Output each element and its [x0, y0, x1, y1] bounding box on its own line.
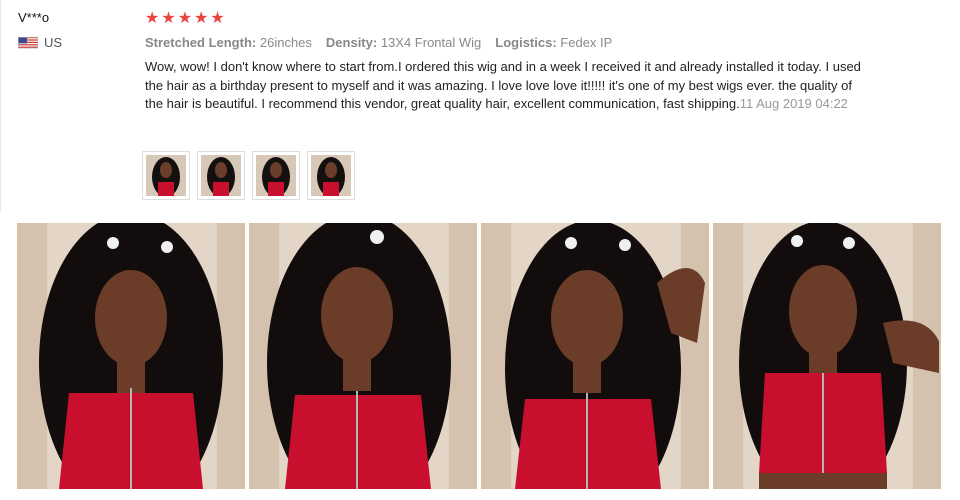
- review-thumbnail[interactable]: [142, 151, 190, 200]
- thumbnail-image: [256, 155, 296, 196]
- attribute-logistics: Logistics: Fedex IP: [495, 35, 612, 50]
- star-icon: ★: [145, 10, 160, 27]
- reviewer-name: V***o: [18, 10, 50, 25]
- star-icon: ★: [210, 10, 225, 27]
- thumbnail-image: [146, 155, 186, 196]
- review-thumbnail[interactable]: [197, 151, 245, 200]
- reviewer-info: V***o US: [18, 10, 128, 50]
- attribute-value: 13X4 Frontal Wig: [380, 35, 482, 50]
- review-body: ★ ★ ★ ★ ★ Stretched Length: 26inches Den…: [145, 10, 905, 114]
- review-photo[interactable]: [17, 223, 245, 489]
- review-photo[interactable]: [713, 223, 941, 489]
- review-photo[interactable]: [481, 223, 709, 489]
- attribute-length: Stretched Length: 26inches: [145, 35, 312, 50]
- thumbnail-image: [311, 155, 351, 196]
- thumbnail-image: [201, 155, 241, 196]
- review-left-border: [0, 0, 1, 212]
- us-flag-icon: [18, 36, 38, 49]
- review-thumbnail[interactable]: [307, 151, 355, 200]
- photo-image: [17, 223, 245, 489]
- review-thumbnail[interactable]: [252, 151, 300, 200]
- star-icon: ★: [177, 10, 193, 27]
- review-photo-gallery: [17, 223, 941, 489]
- star-rating: ★ ★ ★ ★ ★: [145, 10, 905, 28]
- star-icon: ★: [161, 10, 176, 27]
- photo-image: [249, 223, 477, 489]
- photo-image: [481, 223, 709, 489]
- review-date: 11 Aug 2019 04:22: [739, 96, 848, 111]
- attribute-value: Fedex IP: [560, 35, 613, 50]
- country-code: US: [44, 35, 63, 50]
- review-text: Wow, wow! I don't know where to start fr…: [145, 58, 870, 114]
- product-attributes: Stretched Length: 26inches Density: 13X4…: [145, 35, 905, 50]
- review-thumbnails: [142, 151, 355, 200]
- attribute-key: Stretched Length:: [145, 35, 257, 50]
- photo-image: [713, 223, 941, 489]
- attribute-density: Density: 13X4 Frontal Wig: [326, 35, 481, 50]
- attribute-key: Density:: [325, 35, 378, 50]
- attribute-value: 26inches: [259, 35, 312, 50]
- star-icon: ★: [194, 10, 209, 27]
- reviewer-country: US: [18, 35, 128, 50]
- attribute-key: Logistics:: [495, 35, 557, 50]
- review-photo[interactable]: [249, 223, 477, 489]
